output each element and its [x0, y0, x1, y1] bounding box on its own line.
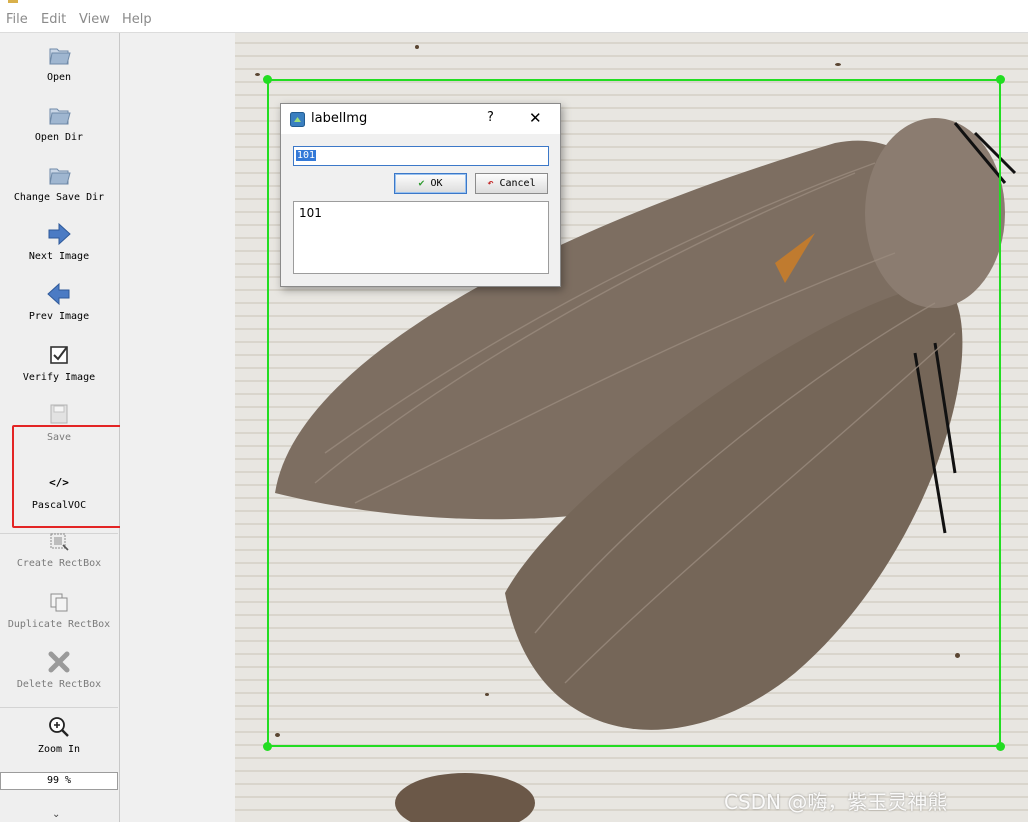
labelimg-app-icon — [290, 112, 305, 127]
label-input-value: 101 — [296, 150, 317, 161]
delete-icon — [48, 651, 70, 673]
dialog-title: labelImg — [311, 111, 368, 126]
label-dialog: labelImg ? ✕ 101 ✔ OK ↶ Cancel 101 — [280, 103, 561, 287]
verify-image-label: Verify Image — [22, 372, 96, 383]
dialog-title-bar: labelImg ? ✕ — [281, 104, 560, 134]
duplicate-icon — [50, 593, 68, 612]
duplicate-rectbox-button[interactable]: Duplicate RectBox — [0, 588, 118, 630]
open-label: Open — [46, 72, 72, 83]
prev-image-label: Prev Image — [28, 311, 90, 322]
zoom-value-field[interactable]: 99 % — [0, 772, 118, 790]
open-button[interactable]: Open — [0, 41, 118, 83]
arrow-right-icon — [48, 222, 71, 246]
list-item[interactable]: 101 — [299, 206, 543, 220]
chevron-down-icon[interactable]: ⌄ — [52, 809, 60, 820]
image-canvas[interactable] — [120, 33, 1028, 822]
checkbox-icon — [50, 346, 68, 364]
bbox-corner-handle[interactable] — [263, 75, 272, 84]
help-icon[interactable]: ? — [487, 110, 494, 125]
ok-label: OK — [430, 178, 443, 189]
folder-icon — [49, 108, 71, 125]
menu-edit[interactable]: Edit — [41, 12, 66, 27]
zoom-in-button[interactable]: Zoom In — [0, 713, 118, 755]
next-image-label: Next Image — [28, 251, 90, 262]
toolbar-separator — [0, 707, 118, 708]
menu-view[interactable]: View — [79, 12, 110, 27]
menu-bar: File Edit View Help — [0, 4, 1028, 33]
create-rectbox-label: Create RectBox — [16, 558, 102, 569]
menu-help[interactable]: Help — [122, 12, 152, 27]
bbox-corner-handle[interactable] — [996, 742, 1005, 751]
check-icon: ✔ — [418, 178, 425, 189]
change-save-dir-label: Change Save Dir — [13, 192, 105, 203]
arrow-left-icon — [47, 282, 70, 306]
open-dir-label: Open Dir — [34, 132, 84, 143]
verify-image-button[interactable]: Verify Image — [0, 341, 118, 383]
bbox-corner-handle[interactable] — [996, 75, 1005, 84]
cancel-label: Cancel — [499, 178, 536, 189]
undo-icon: ↶ — [487, 178, 494, 189]
duplicate-rectbox-label: Duplicate RectBox — [7, 619, 111, 630]
highlight-box — [12, 425, 127, 528]
bbox-corner-handle[interactable] — [263, 742, 272, 751]
folder-icon — [49, 168, 71, 185]
label-input[interactable]: 101 — [293, 146, 549, 166]
ok-button[interactable]: ✔ OK — [394, 173, 467, 194]
watermark-text: CSDN @嗨，紫玉灵神熊 — [724, 790, 948, 814]
delete-rectbox-button[interactable]: Delete RectBox — [0, 648, 118, 690]
rectbox-icon — [50, 533, 69, 551]
delete-rectbox-label: Delete RectBox — [16, 679, 102, 690]
zoom-in-icon — [49, 717, 69, 737]
label-history-list[interactable]: 101 — [293, 201, 549, 274]
prev-image-button[interactable]: Prev Image — [0, 280, 118, 322]
close-icon[interactable]: ✕ — [529, 109, 542, 127]
cancel-button[interactable]: ↶ Cancel — [475, 173, 548, 194]
create-rectbox-button[interactable]: Create RectBox — [0, 527, 118, 569]
zoom-in-label: Zoom In — [37, 744, 81, 755]
change-save-dir-button[interactable]: Change Save Dir — [0, 161, 118, 203]
folder-icon — [49, 48, 71, 65]
open-dir-button[interactable]: Open Dir — [0, 101, 118, 143]
app-icon — [8, 0, 18, 3]
next-image-button[interactable]: Next Image — [0, 220, 118, 262]
menu-file[interactable]: File — [6, 12, 28, 27]
